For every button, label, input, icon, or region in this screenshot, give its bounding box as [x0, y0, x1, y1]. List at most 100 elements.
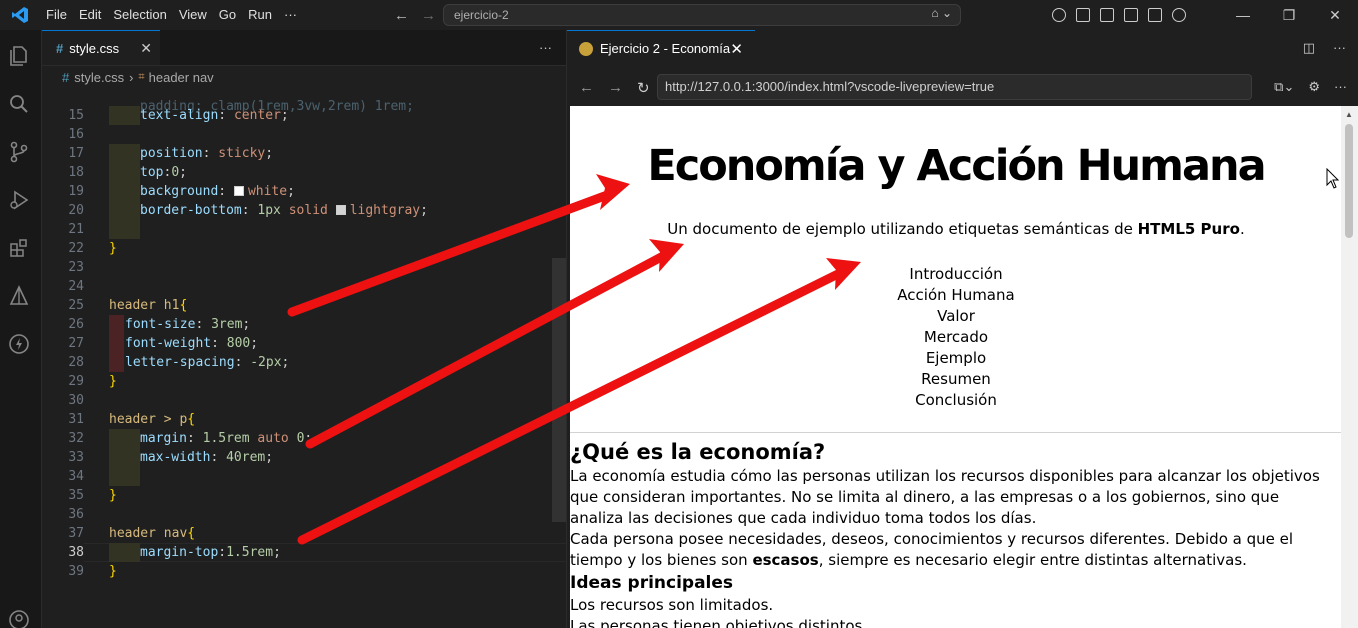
css-file-icon: # — [62, 69, 70, 85]
browser-forward-icon[interactable]: → — [608, 79, 623, 97]
tab-style-css[interactable]: # style.css ✕ — [42, 30, 160, 65]
menu-view[interactable]: View — [173, 0, 213, 30]
code-editor[interactable]: padding: clamp(1rem,3vw,2rem) 1rem; 15 te… — [42, 99, 566, 628]
preview-scrollbar[interactable]: ▲ — [1341, 106, 1358, 628]
back-arrow-icon[interactable]: ← — [394, 7, 409, 24]
minimize-button[interactable]: — — [1220, 0, 1266, 30]
code-line: 29} — [68, 374, 117, 389]
editor-group: # style.css ✕ ··· # style.css › ⌗ header… — [42, 30, 566, 628]
close-icon[interactable]: ✕ — [140, 40, 152, 57]
breadcrumb-file[interactable]: style.css — [74, 70, 124, 85]
accounts-icon[interactable] — [7, 608, 31, 628]
open-in-browser-icon[interactable]: ⧉⌄ — [1274, 79, 1294, 95]
preview-icon — [579, 41, 593, 56]
nav-link-resumen[interactable]: Resumen — [570, 369, 1342, 390]
command-center-search[interactable]: ejercicio-2 ⌂ ⌄ — [443, 4, 961, 26]
scroll-up-icon[interactable]: ▲ — [1345, 110, 1353, 119]
code-line: 17 position: sticky; — [68, 144, 274, 163]
code-line: 36 — [68, 507, 84, 522]
list-item: Las personas tienen objetivos distintos. — [570, 617, 868, 628]
forward-arrow-icon[interactable]: → — [421, 7, 436, 24]
code-line: 19 background: white; — [68, 182, 295, 201]
menu-file[interactable]: File — [40, 0, 73, 30]
code-line: 16 — [68, 127, 84, 142]
tab-preview[interactable]: Ejercicio 2 - Economía ✕ — [567, 30, 755, 66]
code-line: 32 margin: 1.5rem auto 0; — [68, 429, 313, 448]
globe-icon[interactable] — [1172, 8, 1186, 22]
accounts-shield-icon[interactable] — [1052, 8, 1066, 22]
more-actions-icon[interactable]: ··· — [1333, 40, 1346, 56]
page-main-content: ¿Qué es la economía? La economía estudia… — [570, 438, 1330, 628]
paragraph: Cada persona posee necesidades, deseos, … — [570, 530, 1294, 569]
nav-link-ejemplo[interactable]: Ejemplo — [570, 348, 1342, 369]
menu-selection[interactable]: Selection — [107, 0, 172, 30]
color-swatch-lightgray[interactable] — [335, 205, 346, 215]
explorer-icon[interactable] — [7, 44, 31, 68]
close-icon[interactable]: ✕ — [730, 40, 743, 58]
breadcrumb-symbol[interactable]: header nav — [149, 70, 214, 85]
close-window-button[interactable]: ✕ — [1312, 0, 1358, 30]
color-swatch-white[interactable] — [233, 186, 244, 196]
search-icon[interactable] — [7, 92, 31, 116]
code-line: 20 border-bottom: 1px solid lightgray; — [68, 201, 428, 220]
paragraph: La economía estudia cómo las personas ut… — [570, 467, 1320, 527]
code-line: 30 — [68, 393, 84, 408]
code-line: 31 header > p{ — [68, 412, 196, 427]
customize-layout-icon[interactable] — [1076, 8, 1090, 22]
toggle-primary-sidebar-icon[interactable] — [1100, 8, 1114, 22]
menu-go[interactable]: Go — [213, 0, 242, 30]
code-line: 27 font-weight: 800; — [68, 334, 259, 353]
editor-scrollbar[interactable] — [552, 258, 566, 522]
subtitle-bold: HTML5 Puro — [1137, 220, 1240, 238]
more-actions-icon[interactable]: ··· — [539, 40, 552, 55]
nav-link-valor[interactable]: Valor — [570, 306, 1342, 327]
tab-label: style.css — [69, 40, 120, 56]
run-debug-icon[interactable] — [7, 188, 31, 212]
code-line: 24 — [68, 279, 84, 294]
menu-run[interactable]: Run — [242, 0, 278, 30]
mouse-cursor-icon — [1326, 168, 1340, 189]
copilot-chat-icon[interactable]: ⌂ ⌄ — [931, 6, 952, 20]
editor-tab-bar: # style.css ✕ — [42, 30, 566, 66]
nav-link-introduccion[interactable]: Introducción — [570, 264, 1342, 285]
code-line: 37 header nav{ — [68, 526, 196, 541]
restore-button[interactable]: ❐ — [1266, 0, 1312, 30]
bold-text: escasos — [752, 551, 819, 569]
code-line-active: 38 margin-top:1.5rem; — [68, 543, 281, 562]
nav-link-accion-humana[interactable]: Acción Humana — [570, 285, 1342, 306]
split-editor-icon[interactable]: ◫ — [1303, 40, 1315, 56]
title-bar: File Edit Selection View Go Run ··· ← → … — [0, 0, 1358, 30]
code-line: 35} — [68, 488, 117, 503]
scrollbar-thumb[interactable] — [1345, 124, 1353, 238]
code-line: 25 header h1{ — [68, 298, 188, 313]
nav-link-mercado[interactable]: Mercado — [570, 327, 1342, 348]
lightning-icon[interactable] — [7, 332, 31, 356]
url-input[interactable]: http://127.0.0.1:3000/index.html?vscode-… — [657, 74, 1252, 100]
section-heading: ¿Qué es la economía? — [570, 440, 826, 464]
page-subtitle: Un documento de ejemplo utilizando etiqu… — [667, 220, 1245, 238]
reload-icon[interactable]: ↻ — [637, 79, 650, 97]
header-divider — [570, 432, 1342, 433]
nav-link-conclusion[interactable]: Conclusión — [570, 390, 1342, 411]
source-control-icon[interactable] — [7, 140, 31, 164]
selector-symbol-icon: ⌗ — [138, 70, 145, 83]
remote-explorer-icon[interactable] — [7, 284, 31, 308]
preview-tab-label: Ejercicio 2 - Economía — [600, 41, 731, 56]
vscode-logo-icon — [0, 0, 40, 30]
code-line: 18 top:0; — [68, 163, 187, 182]
code-line: 34 — [42, 467, 566, 486]
code-line: 15 text-align: center; — [68, 106, 289, 125]
chevron-right-icon: › — [129, 69, 134, 85]
page-nav: Introducción Acción Humana Valor Mercado… — [570, 264, 1342, 411]
browser-back-icon[interactable]: ← — [579, 79, 594, 97]
css-file-icon: # — [56, 40, 64, 56]
menu-edit[interactable]: Edit — [73, 0, 107, 30]
devtools-icon[interactable]: ⚙ — [1308, 79, 1320, 95]
activity-bar — [0, 30, 42, 628]
extensions-icon[interactable] — [7, 236, 31, 260]
toggle-secondary-sidebar-icon[interactable] — [1148, 8, 1162, 22]
toggle-panel-icon[interactable] — [1124, 8, 1138, 22]
menu-more[interactable]: ··· — [278, 0, 303, 30]
more-actions-icon[interactable]: ··· — [1334, 79, 1347, 95]
breadcrumb: # style.css › ⌗ header nav — [42, 66, 566, 88]
